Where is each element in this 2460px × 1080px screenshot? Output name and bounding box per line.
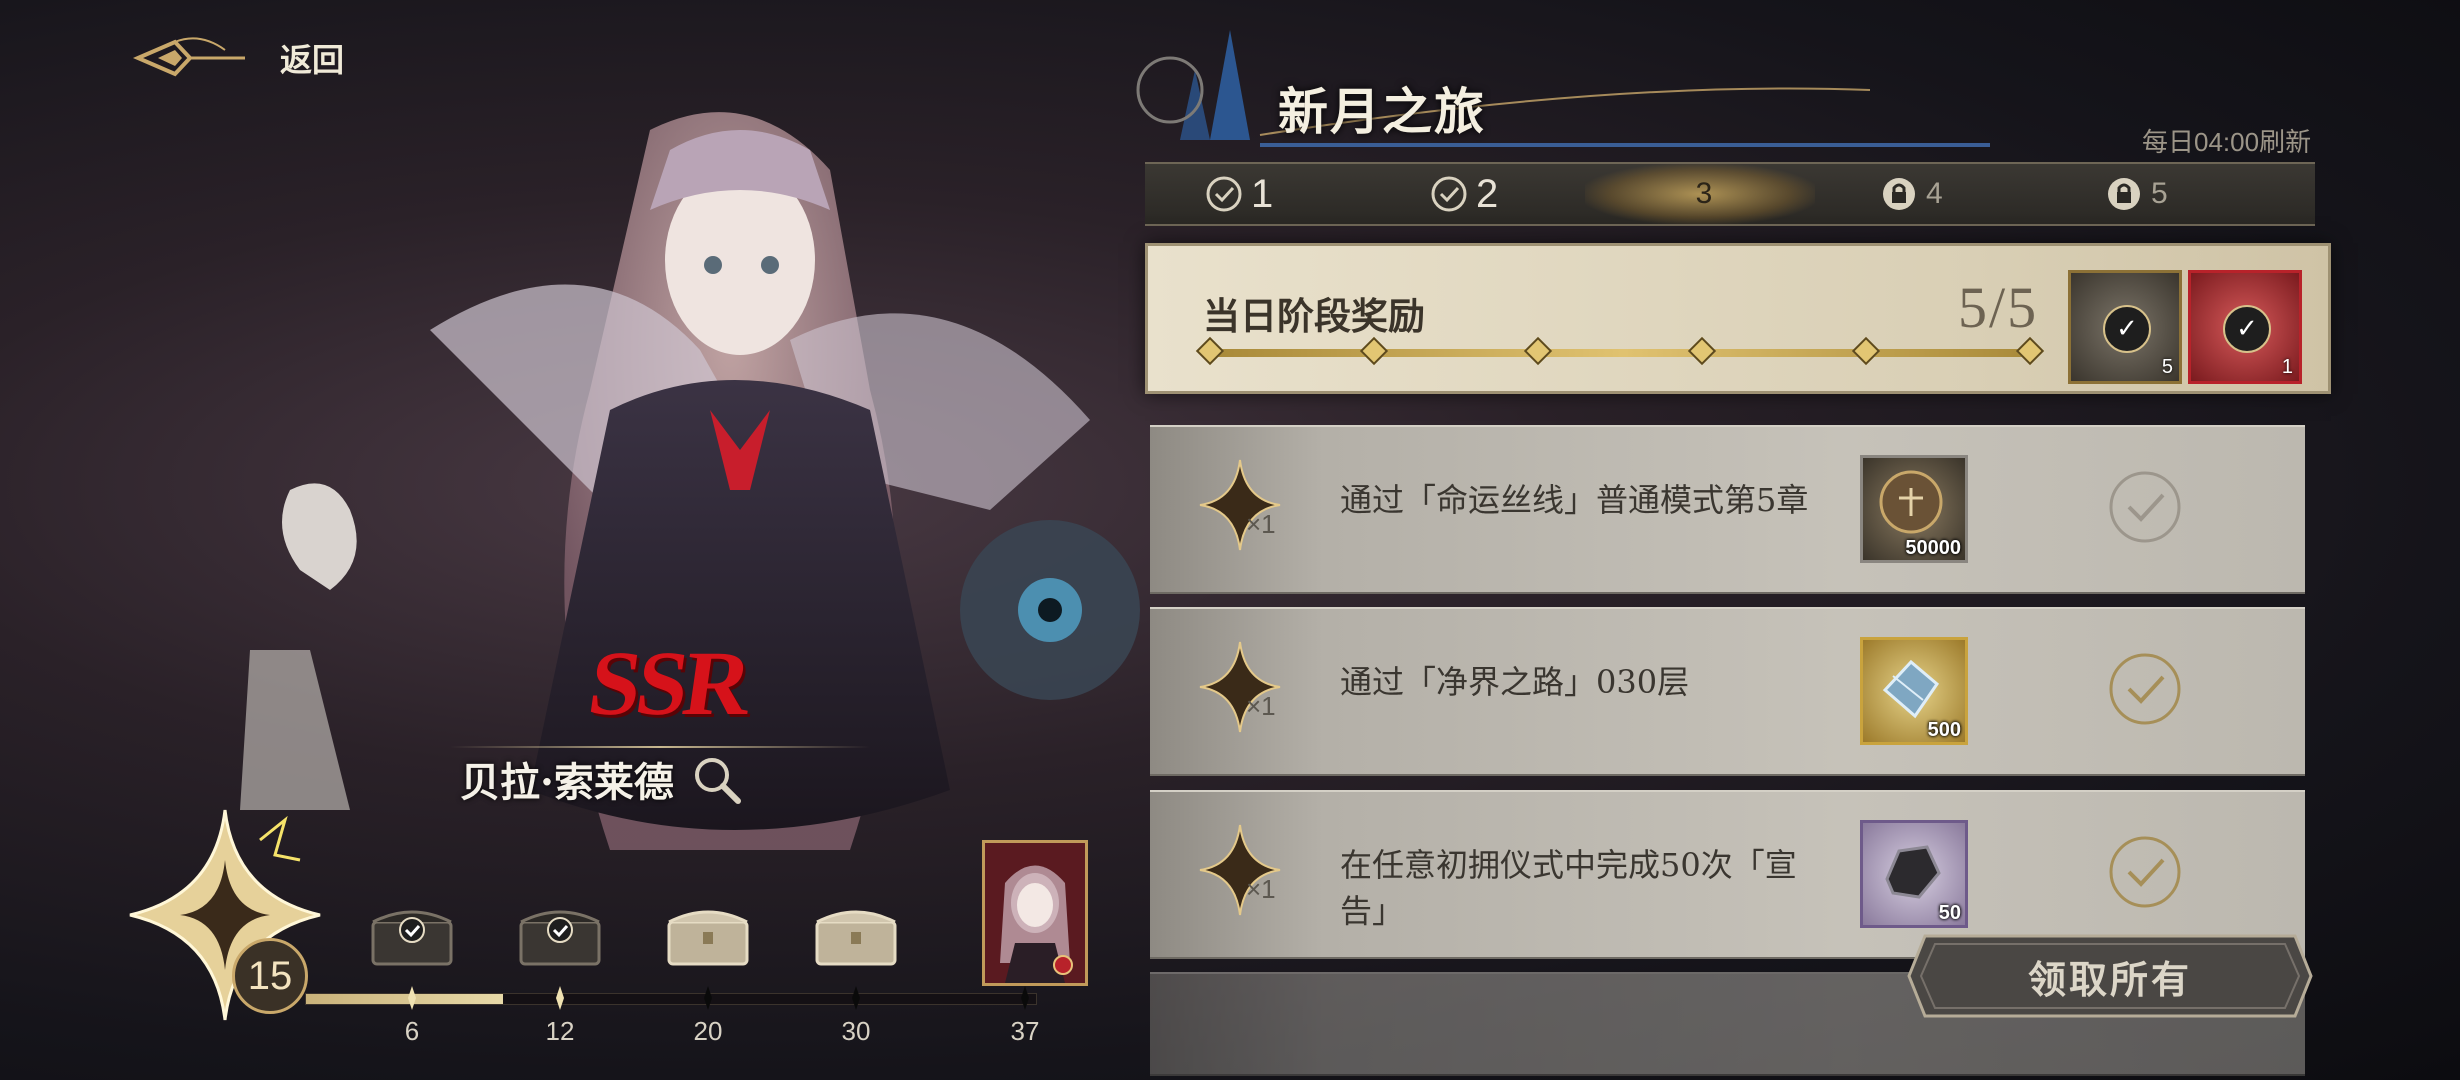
task-description: 在任意初拥仪式中完成50次「宣告」 [1340, 846, 1797, 931]
final-reward-card[interactable] [982, 840, 1088, 986]
back-button[interactable]: 返回 [130, 28, 390, 88]
milestone-marker [1021, 986, 1029, 1010]
page-title: 新月之旅 [1278, 82, 1486, 141]
four-point-star-icon [1199, 824, 1281, 916]
milestone-label: 30 [841, 1016, 871, 1046]
check-circle-icon [1206, 176, 1242, 212]
completed-check-icon [2109, 836, 2181, 908]
refresh-timer-text: 每日04:00刷新 [2142, 127, 2312, 157]
completed-check-icon [2109, 471, 2181, 543]
milestone-chest[interactable] [367, 900, 457, 970]
daily-reward-title: 当日阶段奖励 [1203, 294, 1425, 338]
claimed-check-icon: ✓ [2223, 305, 2271, 353]
milestone-marker [852, 986, 860, 1010]
task-description: 通过「命运丝线」普通模式第5章 [1340, 481, 1809, 519]
task-description: 通过「净界之路」030层 [1340, 663, 1690, 701]
milestone-label: 6 [404, 1016, 420, 1046]
task-reward-item[interactable]: 50 [1860, 820, 1968, 928]
character-portrait-icon [985, 843, 1085, 983]
daily-reward-item-1[interactable]: ✓ 5 [2068, 270, 2182, 384]
claim-all-button[interactable]: 领取所有 [1905, 930, 2315, 1022]
task-multiplier: ×1 [1246, 509, 1276, 539]
tab-stage-5-label: 5 [2151, 177, 2168, 210]
progress-diamond [1523, 336, 1553, 366]
progress-diamond [1851, 336, 1881, 366]
reward-quantity: 500 [1927, 719, 1961, 741]
milestone-chest[interactable] [663, 900, 753, 970]
character-name: 贝拉·索莱德 [460, 759, 674, 806]
task-reward-item[interactable]: 50000 [1860, 455, 1968, 563]
title-ornament [1136, 30, 1990, 147]
tab-stage-5[interactable]: 5 [2105, 164, 2168, 224]
milestone-marker [556, 986, 564, 1010]
four-point-star-icon [1199, 641, 1281, 733]
tab-stage-1[interactable]: 1 [1205, 164, 1273, 224]
daily-reward-item-2[interactable]: ✓ 1 [2188, 270, 2302, 384]
claimed-check-icon: ✓ [2103, 305, 2151, 353]
task-multiplier: ×1 [1246, 691, 1276, 721]
progress-diamond [2015, 336, 2045, 366]
back-label: 返回 [280, 41, 345, 79]
progress-diamond [1359, 336, 1389, 366]
progress-diamond [1195, 336, 1225, 366]
reward-count: 1 [2281, 356, 2293, 378]
task-row: ×1 通过「净界之路」030层 500 [1150, 607, 2305, 776]
milestone-label: 20 [693, 1016, 723, 1046]
back-diamond-icon [132, 37, 245, 77]
milestone-label: 37 [1010, 1016, 1040, 1046]
milestone-marker [704, 986, 712, 1010]
tab-stage-4[interactable]: 4 [1880, 164, 1943, 224]
tab-stage-3[interactable]: 3 [1585, 164, 1815, 224]
rarity-badge: SSR [582, 632, 754, 734]
lock-icon [2108, 178, 2140, 210]
progress-diamond [1687, 336, 1717, 366]
tab-stage-2-label: 2 [1476, 171, 1499, 216]
reward-quantity: 50 [1938, 902, 1961, 924]
character-illustration [240, 112, 1140, 851]
tab-stage-2[interactable]: 2 [1430, 164, 1498, 224]
milestone-label: 12 [545, 1016, 575, 1046]
task-row: ×1 通过「命运丝线」普通模式第5章 50000 [1150, 425, 2305, 594]
level-indicator: 15 [232, 938, 308, 1014]
daily-progress-count: 5/5 [1958, 275, 2039, 340]
lock-icon [1883, 178, 1915, 210]
check-circle-icon [1431, 176, 1467, 212]
task-reward-item[interactable]: 500 [1860, 637, 1968, 745]
tab-stage-3-label: 3 [1695, 177, 1713, 210]
claim-all-label: 领取所有 [2027, 956, 2192, 1002]
daily-reward-panel: 当日阶段奖励 5/5 ✓ 5 ✓ 1 [1145, 243, 2331, 394]
milestone-chest[interactable] [811, 900, 901, 970]
magnifier-icon[interactable] [688, 751, 744, 807]
daily-progress-bar [1195, 336, 2045, 366]
task-multiplier: ×1 [1246, 874, 1276, 904]
four-point-star-icon [1199, 459, 1281, 551]
milestone-chest[interactable] [515, 900, 605, 970]
reward-count: 5 [2161, 356, 2173, 378]
completed-check-icon [2109, 653, 2181, 725]
reward-quantity: 50000 [1905, 537, 1961, 559]
milestone-marker [408, 986, 416, 1010]
tab-stage-4-label: 4 [1926, 177, 1943, 210]
stage-tabs: 1 2 3 4 5 [1145, 162, 2315, 226]
name-divider [450, 746, 870, 748]
tab-stage-1-label: 1 [1251, 171, 1274, 216]
